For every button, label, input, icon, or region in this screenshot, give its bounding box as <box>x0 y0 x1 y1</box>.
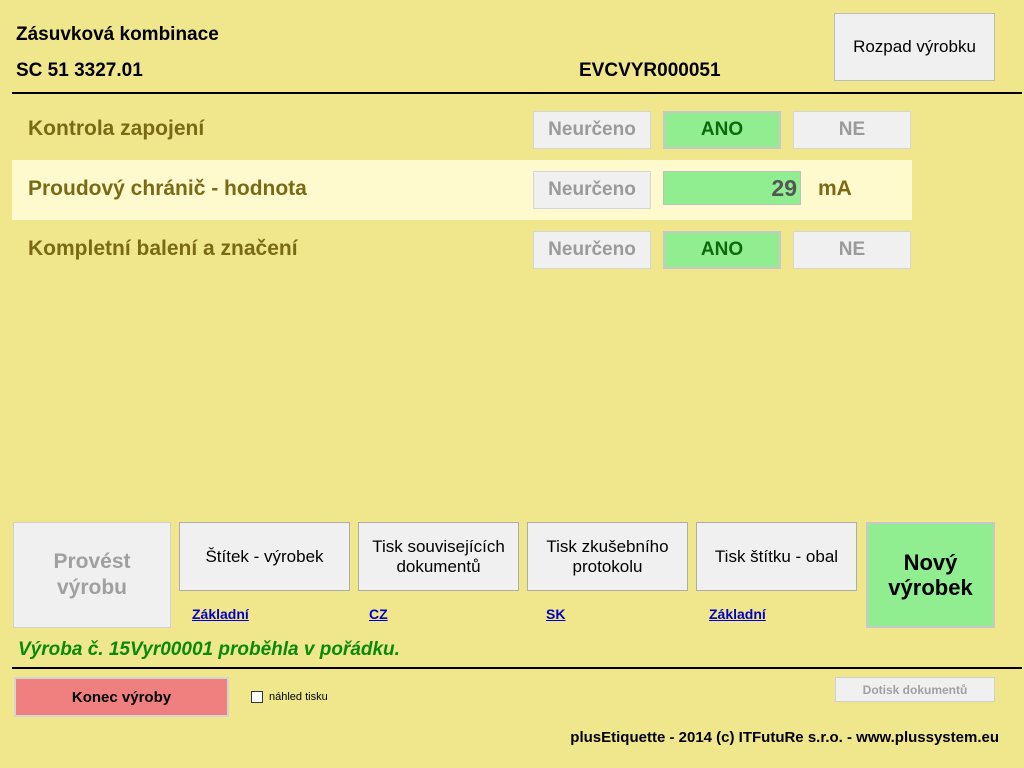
rcd-value: 29 <box>771 174 797 201</box>
yes-button[interactable]: ANO <box>663 231 781 269</box>
new-product-button[interactable]: Nový výrobek <box>866 522 995 628</box>
print-protocol-link[interactable]: SK <box>546 606 565 622</box>
label-product-link[interactable]: Základní <box>192 606 249 622</box>
yes-button[interactable]: ANO <box>663 111 781 149</box>
header-divider <box>12 92 1022 94</box>
undetermined-button[interactable]: Neurčeno <box>533 111 651 149</box>
no-button[interactable]: NE <box>793 111 911 149</box>
copyright-text: plusEtiquette - 2014 (c) ITFutuRe s.r.o.… <box>570 729 999 746</box>
status-message: Výroba č. 15Vyr00001 proběhla v pořádku. <box>18 639 400 660</box>
print-protocol-button[interactable]: Tisk zkušebního protokolu <box>527 522 688 591</box>
record-id: EVCVYR000051 <box>579 60 721 81</box>
check-label: Kompletní balení a značení <box>28 237 298 260</box>
rcd-value-input[interactable]: 29 <box>663 171 801 205</box>
label-product-button[interactable]: Štítek - výrobek <box>179 522 350 591</box>
end-production-button[interactable]: Konec výroby <box>14 677 229 717</box>
no-button[interactable]: NE <box>793 231 911 269</box>
print-package-button[interactable]: Tisk štítku - obal <box>696 522 857 591</box>
print-preview-label: náhled tisku <box>269 691 328 703</box>
print-docs-button[interactable]: Tisk souvisejících dokumentů <box>358 522 519 591</box>
perform-production-button[interactable]: Provést výrobu <box>13 522 171 628</box>
print-preview-checkbox[interactable] <box>251 691 263 703</box>
rcd-unit: mA <box>818 177 852 200</box>
breakdown-button[interactable]: Rozpad výrobku <box>834 13 995 81</box>
print-docs-link[interactable]: CZ <box>369 606 388 622</box>
undetermined-button[interactable]: Neurčeno <box>533 231 651 269</box>
undetermined-button[interactable]: Neurčeno <box>533 171 651 209</box>
check-label: Kontrola zapojení <box>28 117 205 140</box>
reprint-button[interactable]: Dotisk dokumentů <box>835 677 995 702</box>
product-name: Zásuvková kombinace <box>16 24 219 45</box>
product-code: SC 51 3327.01 <box>16 60 143 81</box>
print-package-link[interactable]: Základní <box>709 606 766 622</box>
check-label: Proudový chránič - hodnota <box>28 177 307 200</box>
footer-divider <box>12 667 1022 669</box>
